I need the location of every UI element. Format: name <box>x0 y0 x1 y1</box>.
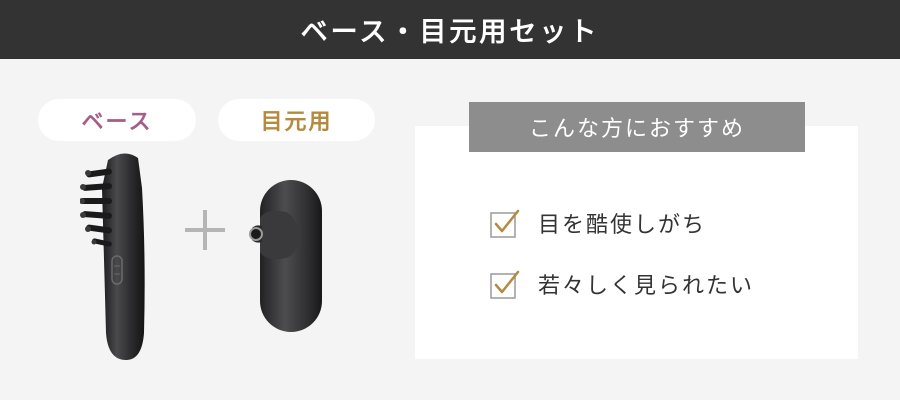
recommend-title: こんな方におすすめ <box>469 102 805 152</box>
recommend-item: 目を酷使しがち <box>490 206 706 240</box>
recommend-item: 若々しく見られたい <box>490 267 754 301</box>
recommend-item-label: 目を酷使しがち <box>538 213 707 238</box>
base-device-image <box>80 153 145 360</box>
recommend-item-label: 若々しく見られたい <box>538 274 755 299</box>
eye-label-badge: 目元用 <box>218 99 375 141</box>
checkbox-checked-icon <box>490 209 520 238</box>
plus-icon <box>185 210 225 250</box>
checkbox-checked-icon <box>490 270 520 299</box>
base-label-badge: ベース <box>38 99 196 141</box>
recommend-panel <box>415 126 858 359</box>
page-title: ベース・目元用セット <box>0 0 900 59</box>
eye-device-image <box>249 180 322 332</box>
